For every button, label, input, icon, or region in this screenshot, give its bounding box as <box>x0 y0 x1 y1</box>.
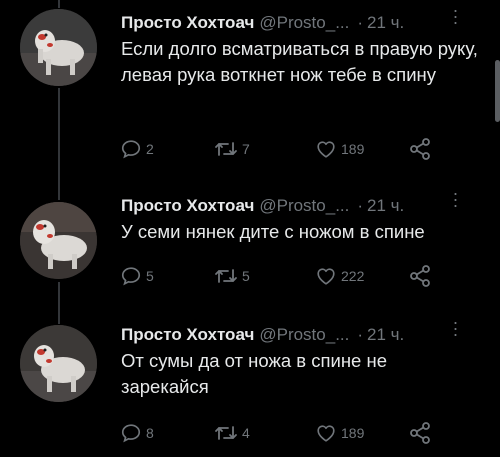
separator: · <box>357 13 364 32</box>
author-name[interactable]: Просто Хохтоач <box>121 13 254 33</box>
share-icon <box>410 422 430 444</box>
reply-button[interactable]: 5 <box>120 263 154 289</box>
separator: · <box>357 196 364 215</box>
tweet-text: Если долго всматриваться в правую руку, … <box>121 38 478 85</box>
share-button[interactable] <box>408 420 432 446</box>
share-icon <box>410 265 430 287</box>
tweet-text: У семи нянек дите с ножом в спине <box>121 221 425 242</box>
separator: · <box>357 325 364 344</box>
retweet-count: 5 <box>242 268 250 284</box>
reply-icon <box>121 424 141 443</box>
author-handle[interactable]: @Prosto_... <box>259 325 349 345</box>
avatar[interactable] <box>20 202 97 279</box>
author-name[interactable]: Просто Хохтоач <box>121 325 254 345</box>
tweet[interactable]: Просто Хохтоач @Prosto_... · 21 ч. · · · О… <box>0 313 500 457</box>
more-vertical-icon[interactable]: · · · <box>450 1 460 31</box>
tweet-actions: 8 4 189 <box>120 420 440 446</box>
author-handle[interactable]: @Prosto_... <box>259 196 349 216</box>
heart-icon <box>317 141 335 158</box>
retweet-button[interactable]: 5 <box>214 263 250 289</box>
like-count: 189 <box>341 425 365 441</box>
tweet-header: Просто Хохтоач @Prosto_... · 21 ч. · · · <box>121 313 460 347</box>
reply-count: 5 <box>146 268 154 284</box>
like-button[interactable]: 189 <box>315 136 364 162</box>
more-vertical-icon[interactable]: · · · <box>450 313 460 343</box>
avatar[interactable] <box>20 325 97 402</box>
retweet-button[interactable]: 7 <box>214 136 250 162</box>
heart-icon <box>317 268 335 285</box>
reply-icon <box>121 140 141 159</box>
like-button[interactable]: 189 <box>315 420 364 446</box>
author-name[interactable]: Просто Хохтоач <box>121 196 254 216</box>
share-icon <box>410 138 430 160</box>
tweet-header: Просто Хохтоач @Prosto_... · 21 ч. · · · <box>121 184 460 218</box>
reply-count: 2 <box>146 141 154 157</box>
share-button[interactable] <box>408 263 432 289</box>
reply-button[interactable]: 2 <box>120 136 154 162</box>
tweet-header: Просто Хохтоач @Prosto_... · 21 ч. · · · <box>121 1 460 35</box>
like-button[interactable]: 222 <box>315 263 364 289</box>
like-count: 189 <box>341 141 365 157</box>
share-button[interactable] <box>408 136 432 162</box>
author-handle[interactable]: @Prosto_... <box>259 13 349 33</box>
retweet-count: 7 <box>242 141 250 157</box>
scrollbar[interactable] <box>495 60 500 122</box>
more-vertical-icon[interactable]: · · · <box>450 184 460 214</box>
heart-icon <box>317 425 335 442</box>
tweet-actions: 2 7 189 <box>120 136 440 162</box>
timestamp[interactable]: 21 ч. <box>367 325 404 345</box>
reply-button[interactable]: 8 <box>120 420 154 446</box>
retweet-icon <box>215 269 237 283</box>
tweet-text: От сумы да от ножа в спине не зарекайся <box>121 350 387 397</box>
tweet-actions: 5 5 222 <box>120 263 440 289</box>
timestamp[interactable]: 21 ч. <box>367 196 404 216</box>
tweet[interactable]: Просто Хохтоач @Prosto_... · 21 ч. · · · Е… <box>0 0 500 185</box>
reply-count: 8 <box>146 425 154 441</box>
avatar[interactable] <box>20 9 97 86</box>
timestamp[interactable]: 21 ч. <box>367 13 404 33</box>
retweet-button[interactable]: 4 <box>214 420 250 446</box>
tweet[interactable]: Просто Хохтоач @Prosto_... · 21 ч. · · · У… <box>0 184 500 302</box>
retweet-icon <box>215 426 237 440</box>
retweet-icon <box>215 142 237 156</box>
like-count: 222 <box>341 268 365 284</box>
reply-icon <box>121 267 141 286</box>
retweet-count: 4 <box>242 425 250 441</box>
